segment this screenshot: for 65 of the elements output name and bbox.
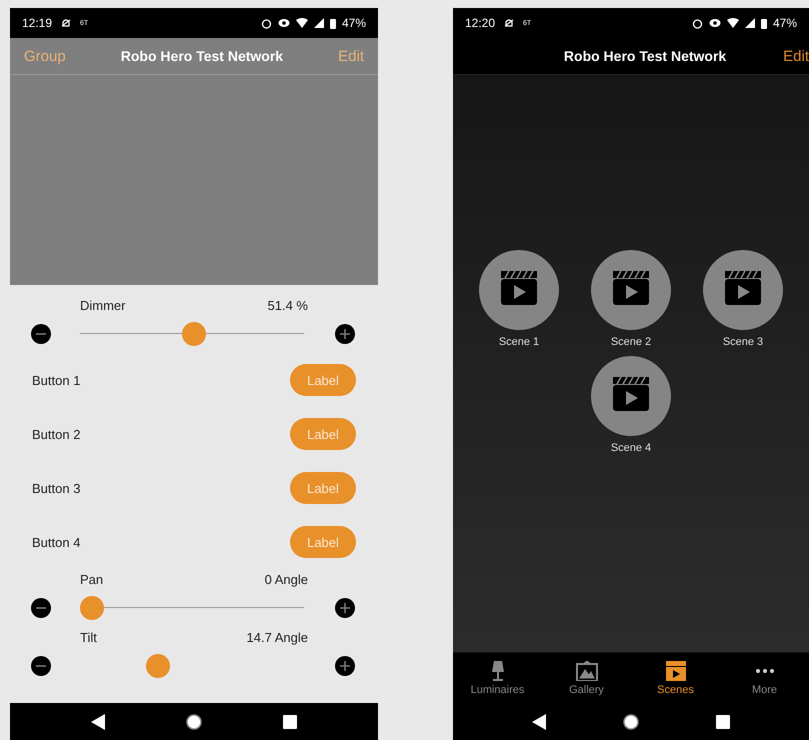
scene-button[interactable] (591, 356, 671, 436)
minus-icon[interactable] (31, 598, 51, 618)
slider-value: 14.7 Angle (246, 630, 308, 644)
group-button[interactable]: Group (24, 48, 66, 64)
slider-label: Tilt (80, 630, 97, 644)
home-icon[interactable] (186, 714, 202, 730)
slider-value: 0 Angle (264, 572, 308, 586)
slider[interactable] (80, 322, 304, 346)
tab-item[interactable]: More (724, 660, 804, 696)
slider-value: 51.4 % (268, 298, 308, 312)
plus-icon[interactable] (335, 324, 355, 344)
label-button[interactable]: Label (290, 418, 356, 450)
tab-item[interactable]: Scenes (636, 660, 716, 696)
do-not-disturb-icon (60, 17, 72, 29)
edit-button[interactable]: Edit (338, 48, 364, 64)
label-button[interactable]: Label (290, 364, 356, 396)
scene-button[interactable] (703, 250, 783, 330)
label-button[interactable]: Label (290, 526, 356, 558)
battery-percent: 47% (342, 16, 366, 30)
button-name: Button 3 (32, 480, 80, 496)
wifi-icon (296, 18, 308, 28)
label-button[interactable]: Label (290, 472, 356, 504)
more-icon (756, 668, 774, 672)
eye-icon (708, 18, 721, 28)
slider[interactable] (80, 596, 304, 620)
status-time: 12:19 (22, 16, 52, 30)
button-name: Button 2 (32, 426, 80, 442)
signal-icon (744, 18, 755, 28)
scene-name: Scene 1 (498, 336, 540, 348)
home-icon[interactable] (622, 714, 639, 730)
tab-item[interactable]: Luminaires (458, 660, 538, 696)
scene-button[interactable] (479, 250, 559, 330)
status-time: 12:20 (465, 16, 496, 30)
slider-thumb[interactable] (146, 654, 170, 678)
edit-button[interactable]: Edit (783, 48, 809, 64)
slider-label: Dimmer (80, 298, 126, 312)
recents-icon[interactable] (716, 714, 730, 728)
plus-icon[interactable] (335, 656, 355, 676)
recents-icon[interactable] (283, 714, 298, 728)
screen-title: Robo Hero Test Network (120, 48, 284, 64)
plus-icon[interactable] (335, 598, 355, 618)
clapperboard-icon (664, 660, 686, 680)
slider-thumb[interactable] (80, 596, 104, 620)
slider-thumb[interactable] (182, 322, 206, 346)
minus-icon[interactable] (31, 656, 51, 676)
scene-name: Scene 3 (722, 336, 764, 348)
screen-title: Robo Hero Test Network (562, 48, 728, 64)
minus-icon[interactable] (31, 324, 51, 344)
scene-name: Scene 4 (610, 442, 652, 454)
scene-name: Scene 2 (610, 336, 652, 348)
do-not-disturb-icon (503, 17, 516, 29)
back-icon[interactable] (90, 714, 105, 730)
battery-icon (330, 18, 336, 28)
tab-item[interactable]: Gallery (546, 660, 626, 696)
slider-label: Pan (80, 572, 104, 586)
eye-icon (278, 18, 290, 28)
wifi-icon (726, 18, 739, 28)
scene-button[interactable] (591, 250, 671, 330)
back-icon[interactable] (532, 714, 546, 730)
button-name: Button 1 (32, 372, 80, 388)
button-name: Button 4 (32, 534, 80, 550)
picture-frame-icon (576, 660, 598, 680)
battery-percent: 47% (772, 16, 797, 30)
battery-icon (760, 18, 767, 28)
signal-icon (314, 18, 324, 28)
